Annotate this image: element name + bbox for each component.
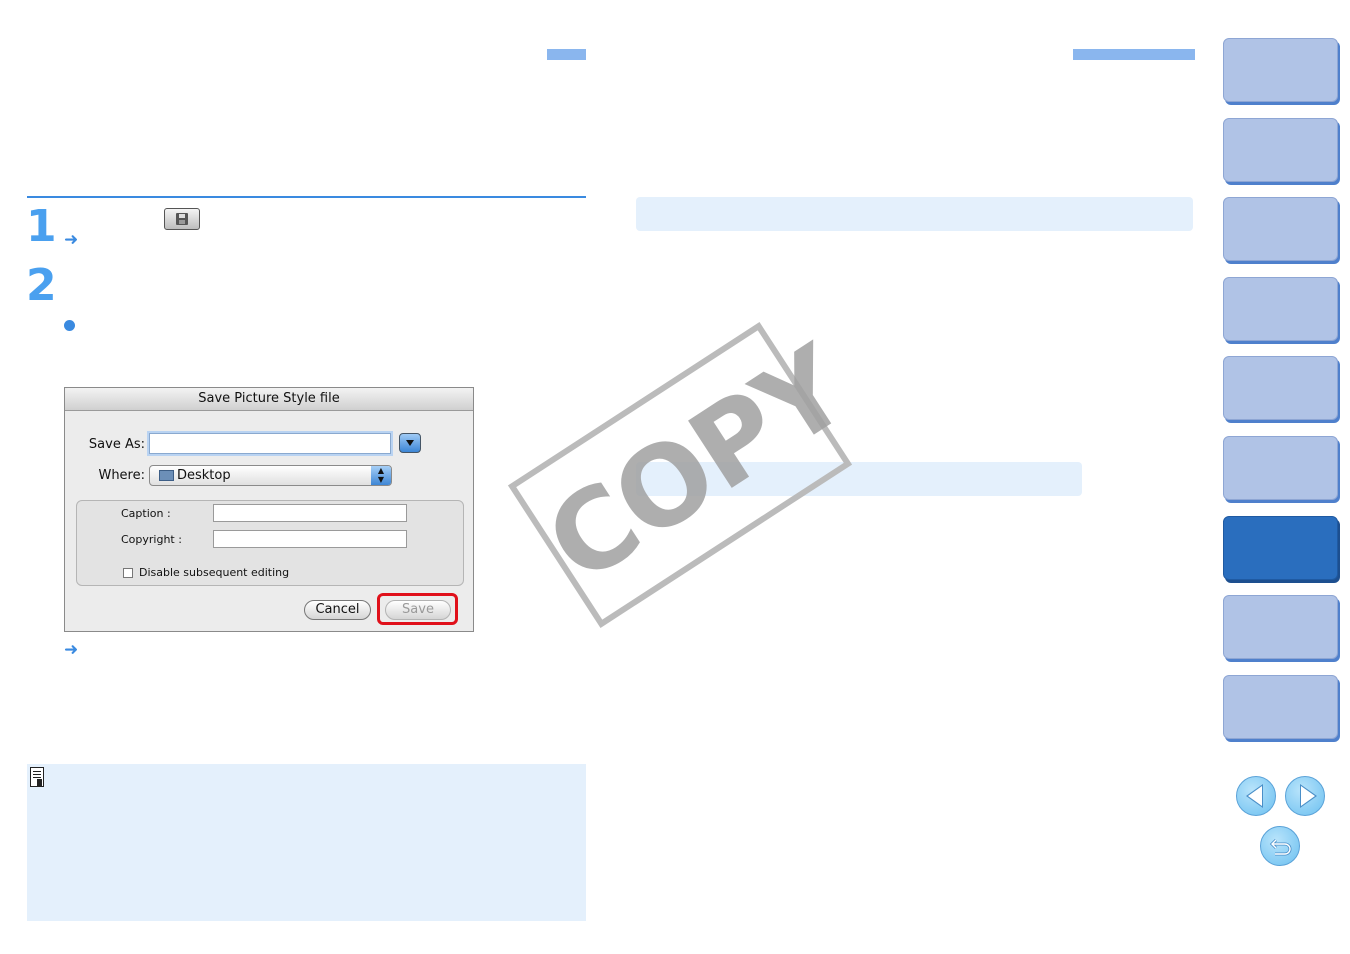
copy-watermark: COPY	[507, 322, 868, 628]
next-page-icon[interactable]	[1285, 776, 1325, 816]
copyright-label: Copyright :	[121, 533, 182, 546]
side-tab-1[interactable]	[1223, 38, 1338, 102]
where-select[interactable]: Desktop ▲ ▼	[149, 465, 392, 486]
select-stepper-icon: ▲ ▼	[371, 466, 391, 485]
copyright-field[interactable]	[213, 530, 407, 548]
where-value: Desktop	[177, 468, 231, 483]
info-box	[636, 197, 1193, 231]
caption-field[interactable]	[213, 504, 407, 522]
side-tab-7-active[interactable]	[1223, 516, 1338, 580]
caption-label: Caption :	[121, 507, 171, 520]
result-arrow-icon: ➜	[64, 640, 79, 660]
step-number-2: 2	[26, 260, 57, 311]
metadata-group: Caption : Copyright : Disable subsequent…	[76, 500, 464, 586]
save-picture-style-dialog: Save Picture Style file Save As: Where: …	[64, 387, 474, 632]
where-label: Where:	[98, 468, 145, 483]
section-divider	[27, 196, 586, 198]
prev-page-icon[interactable]	[1236, 776, 1276, 816]
save-icon	[164, 208, 200, 230]
save-button-highlight	[377, 593, 458, 625]
memo-icon	[30, 767, 44, 787]
section-tag-bar	[547, 49, 586, 60]
side-tab-2[interactable]	[1223, 118, 1338, 182]
save-as-field[interactable]	[149, 433, 391, 454]
dialog-title: Save Picture Style file	[65, 388, 473, 411]
desktop-folder-icon	[159, 470, 174, 481]
side-tab-8[interactable]	[1223, 595, 1338, 659]
bullet-icon	[64, 320, 75, 331]
side-tab-3[interactable]	[1223, 197, 1338, 261]
expand-browser-button[interactable]	[399, 433, 421, 453]
result-arrow-icon: ➜	[64, 230, 79, 250]
side-tab-9[interactable]	[1223, 675, 1338, 739]
save-as-label: Save As:	[88, 437, 145, 452]
memo-panel	[27, 764, 586, 921]
step-number-1: 1	[26, 201, 57, 252]
disable-editing-label: Disable subsequent editing	[139, 566, 290, 579]
side-tab-6[interactable]	[1223, 436, 1338, 500]
cancel-button[interactable]: Cancel	[304, 600, 371, 620]
section-tag-bar	[1073, 49, 1195, 60]
side-tab-5[interactable]	[1223, 356, 1338, 420]
side-tab-4[interactable]	[1223, 277, 1338, 341]
disable-editing-checkbox[interactable]	[123, 568, 133, 578]
return-icon[interactable]	[1260, 826, 1300, 866]
